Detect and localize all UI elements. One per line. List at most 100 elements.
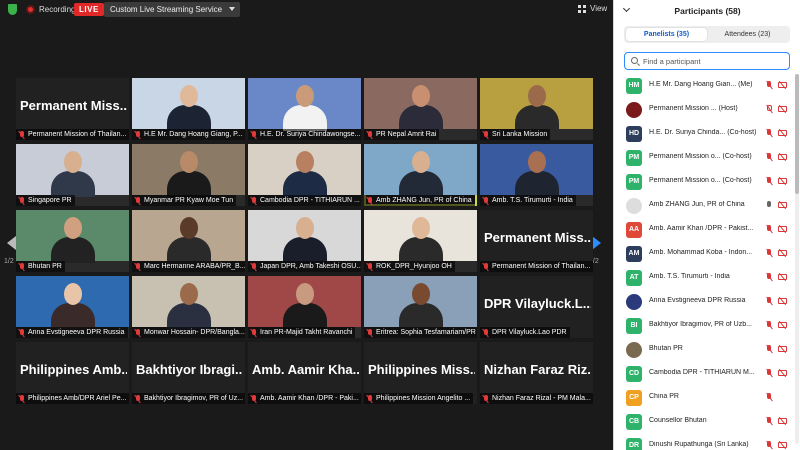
camera-off-icon[interactable] xyxy=(778,418,787,424)
microphone-muted-icon[interactable] xyxy=(766,177,772,186)
camera-off-icon[interactable] xyxy=(778,274,787,280)
tile-display-name: Philippines Amb... xyxy=(20,362,127,377)
microphone-muted-icon[interactable] xyxy=(766,321,772,330)
video-feed xyxy=(248,144,361,197)
participant-row[interactable]: Bhutan PR xyxy=(614,338,794,362)
participant-row[interactable]: AA Amb. Aamir Khan /DPR - Pakist... xyxy=(614,218,794,242)
tile-label-text: DPR Vilayluck.Lao PDR xyxy=(492,329,567,336)
participant-name: H.E. Dr. Suriya Chinda... (Co-host) xyxy=(649,129,757,136)
video-tile[interactable]: Philippines Amb... Philippines Amb/DPR Ar… xyxy=(16,342,129,404)
participant-row[interactable]: CP China PR xyxy=(614,386,794,410)
microphone-muted-icon[interactable] xyxy=(766,393,772,402)
microphone-muted-icon[interactable] xyxy=(766,273,772,282)
mic-muted-icon xyxy=(19,328,25,337)
microphone-muted-icon[interactable] xyxy=(766,153,772,162)
tile-name-label: Bakhtiyor Ibragimov, PR of Uz... xyxy=(132,393,245,404)
camera-off-icon[interactable] xyxy=(778,370,787,376)
video-tile[interactable]: Permanent Miss... Permanent Mission of Th… xyxy=(16,78,129,140)
microphone-muted-icon[interactable] xyxy=(766,369,772,378)
participant-row[interactable]: Permanent Mission ... (Host) xyxy=(614,98,794,122)
stream-service-label: Custom Live Streaming Service xyxy=(110,5,223,14)
video-tile[interactable]: Myanmar PR Kyaw Moe Tun xyxy=(132,144,245,206)
camera-off-icon[interactable] xyxy=(778,130,787,136)
camera-off-icon[interactable] xyxy=(778,178,787,184)
participant-row[interactable]: BI Bakhtiyor Ibragimov, PR of Uzb... xyxy=(614,314,794,338)
microphone-muted-icon[interactable] xyxy=(766,81,772,90)
tab-panelists[interactable]: Panelists (35) xyxy=(626,28,707,41)
participant-name: Bhutan PR xyxy=(649,345,683,352)
recording-icon[interactable] xyxy=(26,5,35,14)
participant-row[interactable]: HD H.E. Dr. Suriya Chinda... (Co-host) xyxy=(614,122,794,146)
video-tile[interactable]: PR Nepal Amrit Rai xyxy=(364,78,477,140)
tab-attendees[interactable]: Attendees (23) xyxy=(707,28,788,41)
tile-label-text: Cambodia DPR - TITHIARUN ... xyxy=(260,197,360,204)
video-tile[interactable]: Monwar Hossain- DPR/Bangla... xyxy=(132,276,245,338)
participant-row[interactable]: PM Permanent Mission o... (Co-host) xyxy=(614,146,794,170)
participant-row[interactable]: AM Amb. Mohammad Koba - Indon... xyxy=(614,242,794,266)
tile-name-label: Cambodia DPR - TITHIARUN ... xyxy=(248,195,361,206)
tile-name-label: Eritrea: Sophia Tesfamariam/PR xyxy=(364,327,477,338)
participant-row[interactable]: Anna Evstigneeva DPR Russia xyxy=(614,290,794,314)
camera-off-icon[interactable] xyxy=(778,298,787,304)
video-tile[interactable]: Bakhtiyor Ibragi... Bakhtiyor Ibragimov, … xyxy=(132,342,245,404)
participant-search[interactable] xyxy=(624,52,790,70)
microphone-icon[interactable] xyxy=(766,201,772,210)
video-tile[interactable]: DPR Vilayluck.L... DPR Vilayluck.Lao PDR xyxy=(480,276,593,338)
camera-off-icon[interactable] xyxy=(778,442,787,448)
security-shield-icon[interactable] xyxy=(8,4,17,15)
video-tile[interactable]: Eritrea: Sophia Tesfamariam/PR xyxy=(364,276,477,338)
participant-row[interactable]: PM Permanent Mission o... (Co-host) xyxy=(614,170,794,194)
view-button[interactable]: View xyxy=(578,2,607,15)
video-tile[interactable]: Amb. Aamir Kha... Amb. Aamir Khan /DPR - … xyxy=(248,342,361,404)
participant-row[interactable]: Amb ZHANG Jun, PR of China xyxy=(614,194,794,218)
video-tile[interactable]: Permanent Miss... Permanent Mission of Th… xyxy=(480,210,593,272)
video-tile[interactable]: Marc Hermanne ARABA/PR_B... xyxy=(132,210,245,272)
microphone-muted-icon[interactable] xyxy=(766,105,772,114)
participant-row[interactable]: CB Counsellor Bhutan xyxy=(614,410,794,434)
microphone-muted-icon[interactable] xyxy=(766,345,772,354)
video-tile[interactable]: Nizhan Faraz Riz... Nizhan Faraz Rizal - … xyxy=(480,342,593,404)
camera-off-icon[interactable] xyxy=(778,82,787,88)
video-tile[interactable]: Anna Evstigneeva DPR Russia xyxy=(16,276,129,338)
camera-off-icon[interactable] xyxy=(778,250,787,256)
video-feed xyxy=(248,276,361,329)
participant-figure xyxy=(282,283,327,329)
stream-service-dropdown[interactable]: Custom Live Streaming Service xyxy=(104,2,241,17)
microphone-muted-icon[interactable] xyxy=(766,297,772,306)
video-tile[interactable]: Philippines Miss... Philippines Mission A… xyxy=(364,342,477,404)
video-tile[interactable]: Sri Lanka Mission xyxy=(480,78,593,140)
microphone-muted-icon[interactable] xyxy=(766,417,772,426)
video-tile[interactable]: Cambodia DPR - TITHIARUN ... xyxy=(248,144,361,206)
video-tile[interactable]: Amb. T.S. Tirumurti - India xyxy=(480,144,593,206)
video-tile[interactable]: H.E Mr. Dang Hoang Giang, P... xyxy=(132,78,245,140)
microphone-muted-icon[interactable] xyxy=(766,225,772,234)
video-tile[interactable]: ROK_DPR_Hyunjoo OH xyxy=(364,210,477,272)
previous-page-arrow-icon[interactable] xyxy=(7,236,16,250)
camera-off-icon[interactable] xyxy=(778,106,787,112)
participant-row[interactable]: AT Amb. T.S. Tirumurti - India xyxy=(614,266,794,290)
microphone-muted-icon[interactable] xyxy=(766,441,772,450)
video-feed xyxy=(364,276,477,329)
camera-off-icon[interactable] xyxy=(778,346,787,352)
video-tile[interactable]: Iran PR-Majid Takht Ravanchi xyxy=(248,276,361,338)
microphone-muted-icon[interactable] xyxy=(766,129,772,138)
search-input[interactable] xyxy=(643,55,783,67)
camera-off-icon[interactable] xyxy=(778,226,787,232)
video-tile[interactable]: Singapore PR xyxy=(16,144,129,206)
participant-row[interactable]: CD Cambodia DPR - TITHIARUN M... xyxy=(614,362,794,386)
video-tile[interactable]: Japan DPR, Amb Takeshi OSU... xyxy=(248,210,361,272)
participant-row[interactable]: DR Dinushi Rupathunga (Sri Lanka) xyxy=(614,434,794,450)
participant-scrollbar[interactable] xyxy=(795,74,799,444)
camera-off-icon[interactable] xyxy=(778,202,787,208)
live-badge[interactable]: LIVE xyxy=(74,3,104,16)
microphone-muted-icon[interactable] xyxy=(766,249,772,258)
camera-off-icon[interactable] xyxy=(778,322,787,328)
tile-display-name: Permanent Miss... xyxy=(484,230,591,245)
video-tile[interactable]: Bhutan PR xyxy=(16,210,129,272)
participant-row[interactable]: HM H.E Mr. Dang Hoang Gian... (Me) xyxy=(614,74,794,98)
tile-label-text: Nizhan Faraz Rizal - PM Mala... xyxy=(492,395,591,402)
video-tile[interactable]: Amb ZHANG Jun, PR of China xyxy=(364,144,477,206)
camera-off-icon[interactable] xyxy=(778,154,787,160)
video-tile[interactable]: H.E. Dr. Suriya Chindawongse... xyxy=(248,78,361,140)
scrollbar-thumb[interactable] xyxy=(795,74,799,194)
